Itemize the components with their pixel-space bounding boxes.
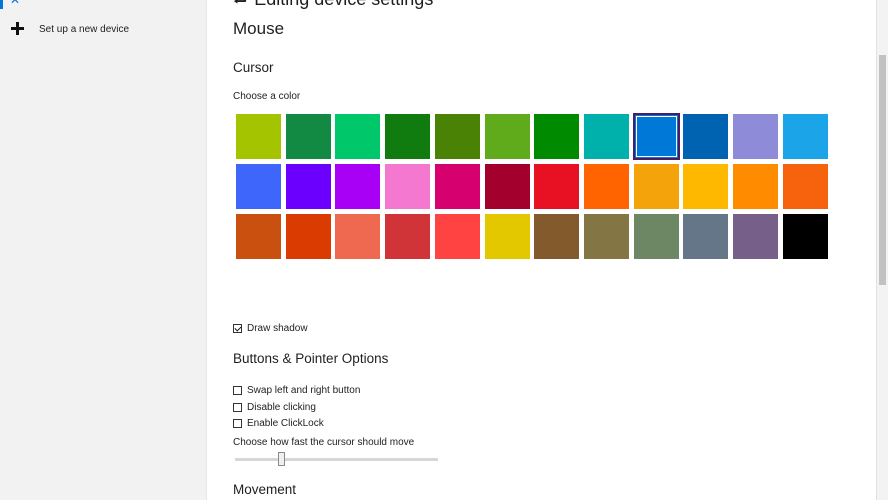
color-swatch[interactable] — [733, 164, 778, 209]
slider-track — [235, 458, 438, 461]
cursor-speed-slider[interactable] — [235, 452, 438, 468]
checkbox[interactable] — [233, 403, 242, 412]
color-swatch[interactable] — [534, 214, 579, 259]
color-swatch[interactable] — [783, 164, 828, 209]
color-swatch[interactable] — [733, 214, 778, 259]
color-swatch[interactable] — [335, 214, 380, 259]
color-swatch[interactable] — [485, 114, 530, 159]
pointer-icon: ✕ — [10, 0, 21, 7]
choose-color-label: Choose a color — [233, 91, 301, 102]
page-title: Mouse — [233, 19, 285, 38]
color-swatch[interactable] — [236, 214, 281, 259]
checkbox[interactable] — [233, 386, 242, 395]
color-swatch[interactable] — [584, 114, 629, 159]
checkbox[interactable] — [233, 324, 242, 333]
color-swatch[interactable] — [733, 114, 778, 159]
movement-section-title: Movement — [233, 482, 297, 497]
color-swatch[interactable] — [783, 114, 828, 159]
color-swatch[interactable] — [236, 114, 281, 159]
color-swatch[interactable] — [385, 214, 430, 259]
color-swatch[interactable] — [236, 164, 281, 209]
swap-buttons-checkbox[interactable]: Swap left and right button — [233, 385, 360, 396]
vertical-scrollbar[interactable] — [876, 0, 888, 500]
color-swatch[interactable] — [783, 214, 828, 259]
active-indicator — [0, 0, 3, 9]
checkbox-label: Draw shadow — [247, 323, 308, 334]
checkbox-label: Swap left and right button — [247, 385, 361, 396]
color-swatch[interactable] — [584, 214, 629, 259]
color-swatch[interactable] — [634, 214, 679, 259]
color-swatch[interactable] — [485, 164, 530, 209]
color-swatch[interactable] — [335, 114, 380, 159]
color-swatch[interactable] — [634, 164, 679, 209]
checkbox-label: Enable ClickLock — [247, 418, 324, 429]
color-swatch[interactable] — [584, 164, 629, 209]
buttons-section-title: Buttons & Pointer Options — [233, 351, 389, 366]
sidebar-item-label: Set up a new device — [39, 23, 130, 35]
main-content: ⮐ Editing device settings Mouse Cursor C… — [233, 0, 873, 500]
disable-clicking-checkbox[interactable]: Disable clicking — [233, 402, 316, 413]
sidebar-item-setup-new-device[interactable]: Set up a new device — [0, 18, 207, 40]
speed-label: Choose how fast the cursor should move — [233, 437, 415, 448]
color-swatch[interactable] — [683, 164, 728, 209]
slider-thumb[interactable] — [278, 452, 285, 466]
color-swatch[interactable] — [683, 214, 728, 259]
color-swatch[interactable] — [385, 164, 430, 209]
color-swatch[interactable] — [534, 164, 579, 209]
color-swatch[interactable] — [385, 114, 430, 159]
draw-shadow-checkbox[interactable]: Draw shadow — [233, 323, 308, 334]
color-swatch[interactable] — [485, 214, 530, 259]
enable-clicklock-checkbox[interactable]: Enable ClickLock — [233, 418, 324, 429]
page-heading: ⮐ Editing device settings — [233, 0, 433, 17]
color-swatch[interactable] — [534, 114, 579, 159]
color-swatch[interactable] — [435, 114, 480, 159]
scrollbar-thumb[interactable] — [879, 55, 886, 285]
cursor-section-title: Cursor — [233, 60, 274, 75]
color-swatch[interactable] — [633, 113, 680, 160]
color-swatch[interactable] — [435, 214, 480, 259]
color-swatch[interactable] — [335, 164, 380, 209]
color-swatch[interactable] — [286, 164, 331, 209]
plus-icon — [11, 22, 25, 36]
checkbox-label: Disable clicking — [247, 402, 316, 413]
checkbox[interactable] — [233, 419, 242, 428]
color-swatch[interactable] — [286, 114, 331, 159]
color-swatch[interactable] — [286, 214, 331, 259]
sidebar: ✕ Set up a new device — [0, 0, 207, 500]
back-arrow-icon[interactable]: ⮐ — [233, 0, 249, 9]
color-swatch[interactable] — [683, 114, 728, 159]
color-swatch[interactable] — [435, 164, 480, 209]
